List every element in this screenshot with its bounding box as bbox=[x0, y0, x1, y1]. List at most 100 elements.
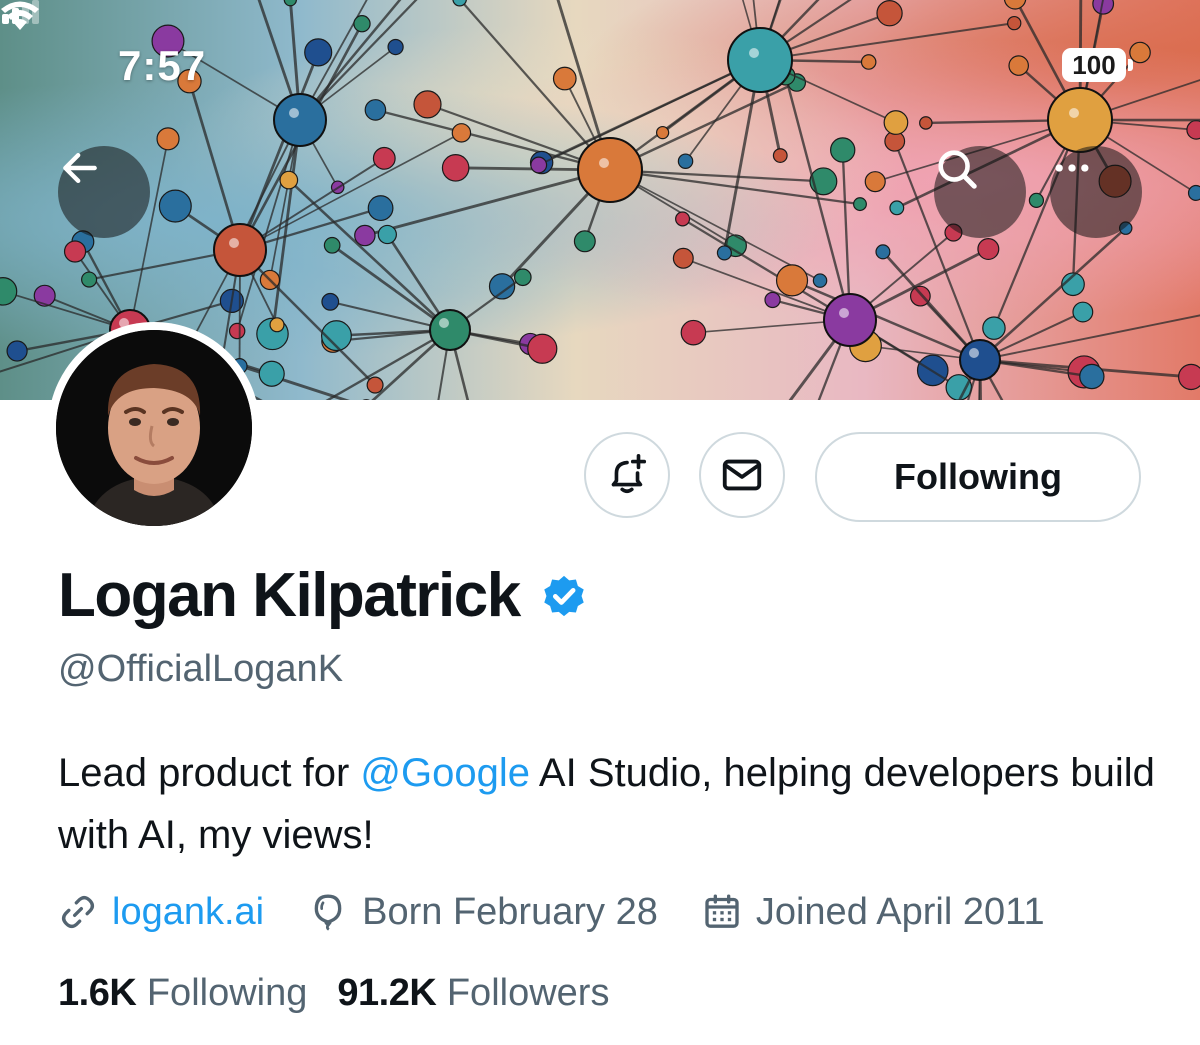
banner-node bbox=[367, 195, 394, 222]
battery-indicator: 100 bbox=[1062, 48, 1134, 84]
wifi-icon bbox=[1, 1, 39, 30]
banner-node bbox=[372, 146, 396, 170]
banner-node bbox=[0, 276, 18, 306]
profile-name-row: Logan Kilpatrick bbox=[58, 560, 590, 631]
banner-node bbox=[530, 156, 548, 174]
banner-node bbox=[675, 211, 691, 227]
banner-line bbox=[979, 227, 1127, 361]
back-button[interactable] bbox=[58, 146, 150, 238]
banner-node bbox=[1028, 192, 1045, 208]
banner-node bbox=[1079, 363, 1105, 390]
banner-line bbox=[609, 169, 821, 282]
banner-node bbox=[258, 360, 285, 387]
verified-badge-icon[interactable] bbox=[538, 570, 590, 622]
banner-hub-highlight bbox=[969, 348, 979, 358]
banner-line bbox=[331, 244, 451, 332]
profile-avatar[interactable] bbox=[48, 322, 260, 534]
more-horizontal-icon bbox=[1055, 164, 1089, 172]
banner-node bbox=[680, 319, 707, 346]
banner-node bbox=[1187, 184, 1200, 201]
status-time: 7:57 bbox=[118, 42, 207, 89]
banner-line bbox=[364, 168, 611, 237]
banner-line bbox=[371, 328, 451, 400]
envelope-icon bbox=[722, 459, 762, 491]
followers-stat[interactable]: 91.2K Followers bbox=[337, 972, 609, 1015]
banner-node bbox=[830, 137, 856, 163]
following-button[interactable]: Following bbox=[815, 432, 1141, 522]
banner-node bbox=[156, 127, 180, 151]
banner-node bbox=[6, 340, 28, 362]
banner-hub bbox=[429, 309, 471, 351]
banner-node bbox=[864, 171, 886, 193]
banner-node bbox=[775, 264, 809, 297]
banner-node bbox=[672, 247, 694, 269]
banner-node bbox=[655, 125, 670, 140]
banner-node bbox=[1072, 301, 1094, 323]
banner-node bbox=[889, 200, 905, 216]
banner-node bbox=[1178, 363, 1200, 391]
search-button[interactable] bbox=[934, 146, 1026, 238]
followers-count: 91.2K bbox=[337, 972, 437, 1014]
joined-item: Joined April 2011 bbox=[702, 891, 1045, 934]
banner-hub bbox=[959, 339, 1001, 381]
calendar-icon bbox=[705, 894, 739, 928]
link-icon bbox=[61, 895, 95, 929]
website-link[interactable]: logank.ai bbox=[112, 891, 264, 934]
message-button[interactable] bbox=[699, 432, 785, 518]
banner-hub-highlight bbox=[229, 238, 239, 248]
banner-hub bbox=[213, 223, 267, 277]
banner-node bbox=[441, 154, 470, 182]
battery-body: 100 bbox=[1062, 48, 1126, 82]
banner-node bbox=[323, 236, 341, 254]
banner-node bbox=[279, 170, 299, 190]
banner-node bbox=[977, 238, 1000, 261]
banner-hub-highlight bbox=[839, 308, 849, 318]
banner-hub-highlight bbox=[599, 158, 609, 168]
banner-line bbox=[881, 250, 982, 361]
website-item[interactable]: logank.ai bbox=[58, 891, 264, 934]
followers-label: Followers bbox=[446, 972, 610, 1014]
banner-hub-highlight bbox=[439, 318, 449, 328]
banner-node bbox=[33, 284, 56, 307]
banner-node bbox=[228, 322, 246, 340]
banner-node bbox=[764, 291, 781, 309]
banner-node bbox=[573, 230, 596, 253]
birthday-text: Born February 28 bbox=[362, 890, 658, 933]
following-label: Following bbox=[146, 972, 308, 1014]
banner-hub bbox=[577, 137, 643, 203]
profile-handle: @OfficialLoganK bbox=[58, 648, 344, 690]
more-button[interactable] bbox=[1050, 146, 1142, 238]
profile-meta-row: logank.ai Born February 28 Joined April … bbox=[58, 886, 1089, 938]
banner-hub bbox=[823, 293, 877, 347]
following-count: 1.6K bbox=[58, 972, 137, 1014]
avatar-portrait bbox=[56, 330, 252, 526]
birthday-item: Born February 28 bbox=[308, 891, 658, 934]
status-bar: 7:57 100 bbox=[0, 0, 1200, 120]
banner-node bbox=[366, 376, 384, 394]
banner-node bbox=[158, 189, 192, 223]
display-name: Logan Kilpatrick bbox=[58, 561, 521, 630]
balloon-icon bbox=[314, 894, 342, 931]
banner-line bbox=[239, 249, 376, 386]
banner-node bbox=[377, 224, 397, 245]
bio-text-start: Lead product for bbox=[58, 751, 361, 795]
banner-node bbox=[853, 197, 867, 212]
notifications-button[interactable] bbox=[584, 432, 670, 518]
banner-node bbox=[982, 316, 1006, 340]
banner-node bbox=[63, 240, 87, 263]
bio-mention-link[interactable]: @Google bbox=[360, 751, 530, 795]
banner-node bbox=[716, 245, 732, 261]
banner-node bbox=[875, 244, 891, 260]
banner-node bbox=[513, 268, 532, 287]
banner-node bbox=[812, 273, 828, 288]
banner-node bbox=[677, 153, 694, 170]
banner-node bbox=[772, 148, 788, 163]
avatar-photo bbox=[56, 330, 252, 526]
following-stat[interactable]: 1.6K Following bbox=[58, 972, 307, 1015]
banner-node bbox=[527, 333, 558, 364]
banner-node bbox=[321, 292, 340, 311]
bell-plus-icon bbox=[611, 454, 647, 494]
banner-node bbox=[451, 123, 472, 143]
banner-node bbox=[269, 317, 285, 333]
search-icon bbox=[938, 150, 977, 189]
